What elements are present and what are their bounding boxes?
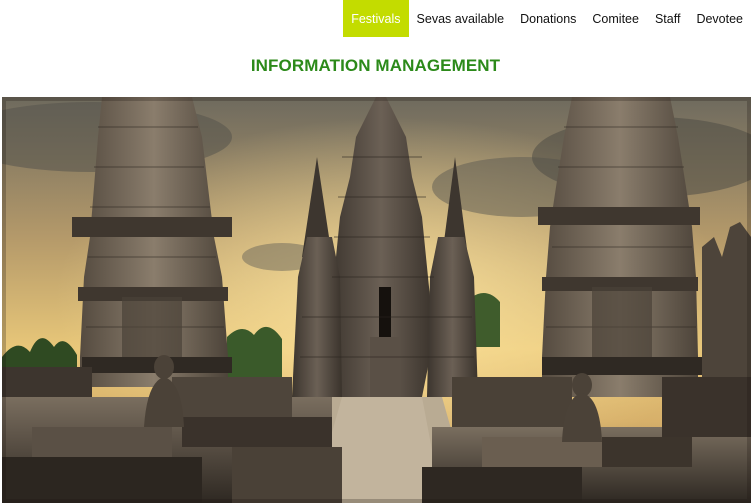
nav-item-donations[interactable]: Donations [512, 0, 584, 37]
nav-item-festivals[interactable]: Festivals [343, 0, 409, 37]
foreground-ruins-right [422, 373, 751, 503]
temple-illustration [2, 97, 751, 503]
nav-item-devotee[interactable]: Devotee [688, 0, 751, 37]
hero-image [2, 97, 751, 503]
app-page: Festivals Sevas available Donations Comi… [0, 0, 751, 503]
nav-item-sevas-available[interactable]: Sevas available [409, 0, 513, 37]
foreground-ruins-left [2, 355, 342, 503]
nav-item-staff[interactable]: Staff [647, 0, 688, 37]
nav-item-comitee[interactable]: Comitee [584, 0, 647, 37]
top-navigation: Festivals Sevas available Donations Comi… [343, 0, 751, 37]
page-title: INFORMATION MANAGEMENT [250, 56, 501, 75]
